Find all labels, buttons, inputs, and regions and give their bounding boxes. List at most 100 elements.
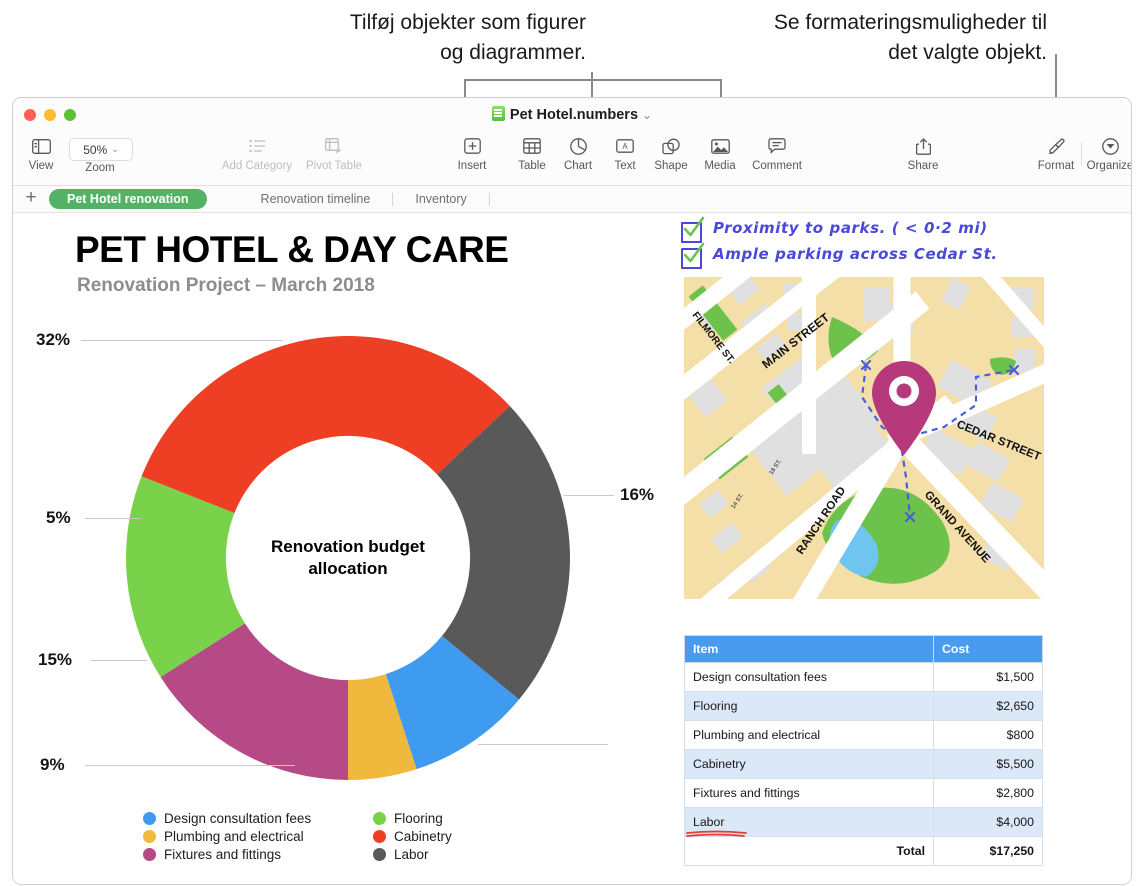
location-map-image[interactable]: FILMORE ST. MAIN STREET CEDAR STREET RAN… [684,277,1044,599]
checklist-label: Proximity to parks. ( < 0·2 mi) [713,219,988,237]
legend-swatch [143,848,156,861]
insert-icon [463,134,481,158]
toolbar-share-button[interactable]: Share [886,134,960,172]
shape-icon [662,134,680,158]
pct-leader-32 [81,340,283,341]
cell-item[interactable]: Flooring [684,691,934,721]
pct-leader-15 [91,660,147,661]
callout-left-leader-horizontal [464,79,722,81]
legend-label: Labor [394,847,429,862]
legend-label: Cabinetry [394,829,452,844]
pct-label-5: 5% [46,508,71,527]
cell-total-value: $17,250 [933,836,1043,866]
svg-text:A: A [622,142,628,151]
budget-table[interactable]: Item Cost Design consultation fees $1,50… [684,635,1043,866]
legend-swatch [143,812,156,825]
legend-swatch [373,812,386,825]
legend-item: Labor [373,847,533,862]
table-row[interactable]: Plumbing and electrical $800 [684,720,1043,750]
zoom-select[interactable]: 50% ⌄ [69,138,133,161]
sheet-tab-inventory[interactable]: Inventory [397,189,484,209]
document-title[interactable]: Pet Hotel.numbers ⌄ [13,106,1131,123]
sidebar-icon [31,134,51,158]
pct-leader-5 [85,518,141,519]
toolbar-add-category-button[interactable]: Add Category [220,134,294,172]
table-row[interactable]: Cabinetry $5,500 [684,749,1043,779]
chart-icon [569,134,587,158]
legend-label: Flooring [394,811,443,826]
legend-label: Fixtures and fittings [164,847,282,862]
toolbar-zoom-label: Zoom [85,162,115,174]
format-brush-icon [1048,134,1065,158]
legend-item: Design consultation fees [143,811,373,826]
sheet-tab-renovation-timeline[interactable]: Renovation timeline [243,189,389,209]
table-header-row: Item Cost [684,635,1043,663]
document-title-text: Pet Hotel.numbers [509,107,639,123]
cell-cost[interactable]: $1,500 [933,662,1043,692]
toolbar-format-label: Format [1037,160,1075,172]
cell-cost[interactable]: $5,500 [933,749,1043,779]
table-header-item[interactable]: Item [684,635,934,663]
organize-icon [1101,134,1119,158]
media-icon [710,134,730,158]
sheet-tab-pet-hotel-renovation[interactable]: Pet Hotel renovation [49,189,207,209]
table-total-row[interactable]: Total $17,250 [684,836,1043,866]
spreadsheet-canvas[interactable]: PET HOTEL & DAY CARE Renovation Project … [13,213,1131,884]
legend-swatch [373,830,386,843]
main-toolbar: View 50% ⌄ Zoom Add Category Pivot Table [13,132,1131,186]
toolbar-text-label: Text [614,160,636,172]
legend-item: Plumbing and electrical [143,829,373,844]
pivot-table-icon [325,134,343,158]
toolbar-organize-button[interactable]: Organize [1073,134,1131,172]
cell-item[interactable]: Labor [684,807,934,837]
zoom-value: 50% [83,142,108,157]
table-row[interactable]: Fixtures and fittings $2,800 [684,778,1043,808]
cell-item-text: Labor [693,815,725,829]
pct-label-32: 32% [36,330,71,349]
pct-label-15: 15% [38,650,73,669]
list-icon [248,134,266,158]
callout-left-leader-tick-start [464,79,466,97]
cell-item[interactable]: Fixtures and fittings [684,778,934,808]
table-row[interactable]: Labor $4,000 [684,807,1043,837]
cell-item[interactable]: Plumbing and electrical [684,720,934,750]
pct-leader-9 [85,765,295,766]
numbers-document-icon [491,106,505,121]
table-row[interactable]: Design consultation fees $1,500 [684,662,1043,692]
sheet-tab-divider [392,192,394,206]
toolbar-insert-label: Insert [457,160,487,172]
checkbox-icon [681,216,705,243]
checkbox-icon [681,242,705,269]
budget-donut-chart[interactable]: Renovation budget allocation [113,323,583,793]
table-row[interactable]: Flooring $2,650 [684,691,1043,721]
donut-slices [126,335,570,780]
cell-cost[interactable]: $4,000 [933,807,1043,837]
cell-cost[interactable]: $2,650 [933,691,1043,721]
cell-cost[interactable]: $800 [933,720,1043,750]
cell-item[interactable]: Cabinetry [684,749,934,779]
sheet-tab-bar: + Pet Hotel renovation Renovation timeli… [13,186,1131,213]
toolbar-comment-button[interactable]: Comment [740,134,814,172]
toolbar-comment-label: Comment [752,160,802,172]
check-icon [683,242,705,263]
checklist-label: Ample parking across Cedar St. [713,245,998,263]
table-header-cost[interactable]: Cost [933,635,1043,663]
checklist-item: Ample parking across Cedar St. [681,242,998,271]
toolbar-pivot-table-button[interactable]: Pivot Table [297,134,371,172]
add-sheet-button[interactable]: + [13,188,49,210]
cell-item[interactable]: Design consultation fees [684,662,934,692]
donut-svg [126,335,570,780]
chart-legend: Design consultation fees Flooring Plumbi… [143,811,533,862]
check-icon [683,216,705,237]
toolbar-pivot-table-label: Pivot Table [305,160,363,172]
toolbar-view-label: View [28,160,54,172]
comment-icon [768,134,786,158]
chevron-down-icon: ⌄ [111,144,119,154]
chevron-down-icon[interactable]: ⌄ [642,108,652,122]
toolbar-media-label: Media [704,160,736,172]
map-svg: FILMORE ST. MAIN STREET CEDAR STREET RAN… [684,277,1044,599]
page-subtitle: Renovation Project – March 2018 [77,275,375,296]
cell-cost[interactable]: $2,800 [933,778,1043,808]
callout-left-text: Tilføj objekter som figurer og diagramme… [349,11,586,64]
checklist-item: Proximity to parks. ( < 0·2 mi) [681,216,998,245]
